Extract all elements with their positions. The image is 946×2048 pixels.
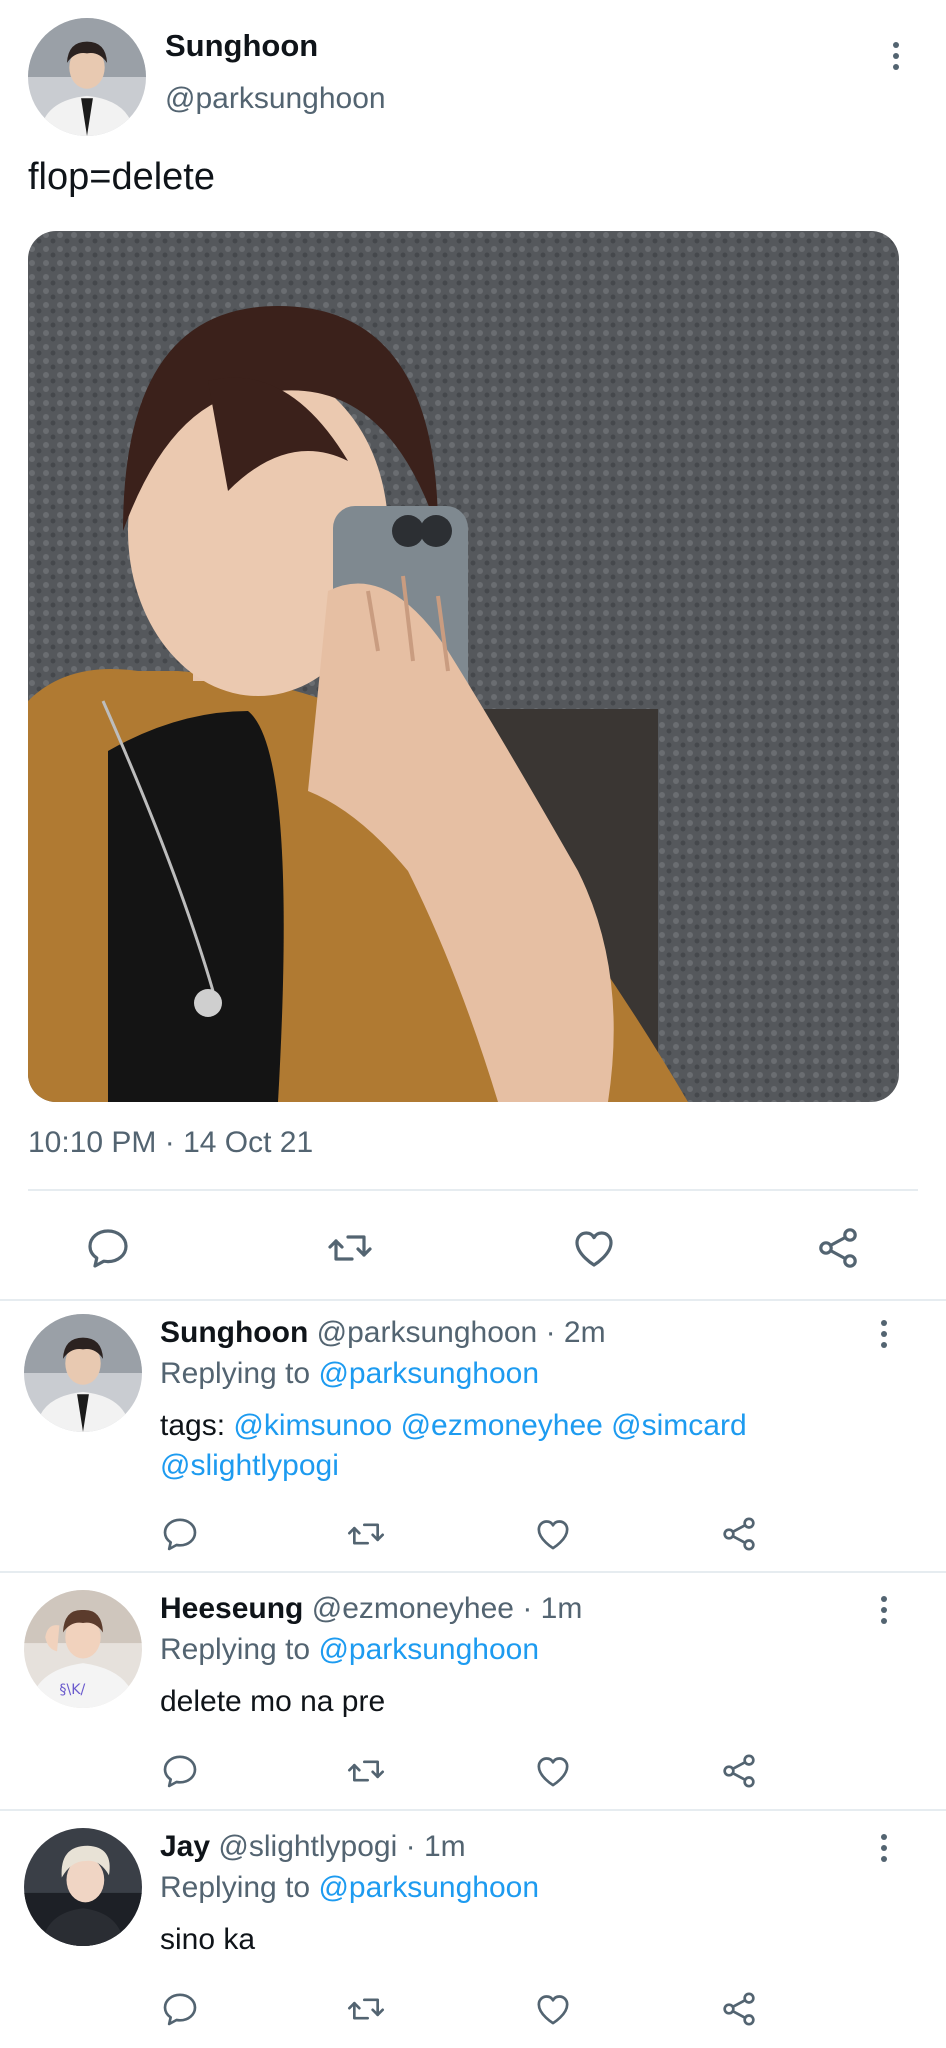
replying-label: Replying to	[160, 1871, 311, 1904]
reply-icon[interactable]	[158, 1512, 202, 1556]
user-handle[interactable]: @parksunghoon	[317, 1316, 538, 1349]
tweet-image[interactable]	[28, 231, 899, 1102]
display-name[interactable]: Jay	[160, 1830, 210, 1863]
reply-header: Jay @slightlypogi · 1m	[160, 1830, 466, 1864]
mention-link[interactable]: @parksunghoon	[318, 1357, 539, 1390]
more-vertical-icon[interactable]	[872, 1828, 896, 1868]
reply-text: tags: @kimsunoo @ezmoneyhee @simcard @sl…	[160, 1406, 860, 1486]
mention-link[interactable]: @parksunghoon	[318, 1871, 539, 1904]
replying-to: Replying to @parksunghoon	[160, 1357, 539, 1391]
replying-label: Replying to	[160, 1633, 311, 1666]
reply-time: · 2m	[545, 1316, 606, 1349]
reply-time: · 1m	[522, 1592, 583, 1625]
more-vertical-icon[interactable]	[872, 1314, 896, 1354]
divider	[28, 1189, 918, 1191]
user-handle[interactable]: @parksunghoon	[165, 82, 386, 116]
heart-icon[interactable]	[531, 1749, 575, 1793]
avatar[interactable]	[28, 18, 146, 136]
reply-text: delete mo na pre	[160, 1685, 386, 1718]
divider	[0, 1809, 946, 1811]
tweet-text: flop=delete	[28, 156, 215, 198]
share-icon[interactable]	[810, 1220, 866, 1276]
divider	[0, 1299, 946, 1301]
retweet-icon[interactable]	[322, 1220, 378, 1276]
reply-icon[interactable]	[158, 1749, 202, 1793]
share-icon[interactable]	[717, 1512, 761, 1556]
tweet-timestamp: 10:10 PM · 14 Oct 21	[28, 1126, 314, 1159]
reply-time: · 1m	[405, 1830, 466, 1863]
retweet-icon[interactable]	[344, 1987, 388, 2031]
share-icon[interactable]	[717, 1749, 761, 1793]
mention-link[interactable]: @kimsunoo	[233, 1409, 392, 1442]
user-handle[interactable]: @ezmoneyhee	[312, 1592, 514, 1625]
display-name[interactable]: Heeseung	[160, 1592, 303, 1625]
more-vertical-icon[interactable]	[872, 1590, 896, 1630]
mention-link[interactable]: @simcard	[611, 1409, 746, 1442]
retweet-icon[interactable]	[344, 1749, 388, 1793]
reply-icon[interactable]	[158, 1987, 202, 2031]
replying-to: Replying to @parksunghoon	[160, 1871, 539, 1905]
svg-text:§\K/: §\K/	[59, 1682, 85, 1698]
reply-text-prefix: tags:	[160, 1409, 234, 1442]
user-handle[interactable]: @slightlypogi	[218, 1830, 397, 1863]
divider	[0, 1571, 946, 1573]
mention-link[interactable]: @parksunghoon	[318, 1633, 539, 1666]
reply-text: sino ka	[160, 1923, 256, 1956]
reply-header: Sunghoon @parksunghoon · 2m	[160, 1316, 606, 1350]
display-name[interactable]: Sunghoon	[165, 28, 318, 64]
more-vertical-icon[interactable]	[884, 36, 908, 76]
heart-icon[interactable]	[566, 1220, 622, 1276]
replying-label: Replying to	[160, 1357, 311, 1390]
retweet-icon[interactable]	[344, 1512, 388, 1556]
reply-header: Heeseung @ezmoneyhee · 1m	[160, 1592, 582, 1626]
heart-icon[interactable]	[531, 1512, 575, 1556]
replying-to: Replying to @parksunghoon	[160, 1633, 539, 1667]
avatar[interactable]	[24, 1314, 142, 1432]
heart-icon[interactable]	[531, 1987, 575, 2031]
avatar[interactable]: §\K/	[24, 1590, 142, 1708]
mention-link[interactable]: @ezmoneyhee	[401, 1409, 603, 1442]
display-name[interactable]: Sunghoon	[160, 1316, 308, 1349]
avatar[interactable]	[24, 1828, 142, 1946]
share-icon[interactable]	[717, 1987, 761, 2031]
mention-link[interactable]: @slightlypogi	[160, 1449, 339, 1482]
reply-icon[interactable]	[80, 1220, 136, 1276]
